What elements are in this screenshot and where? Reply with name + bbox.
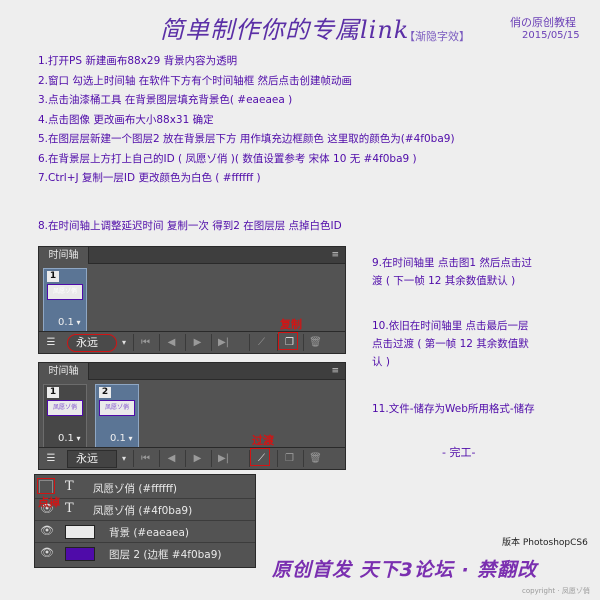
timeline-tabbar: 时间轴 ≡ — [39, 247, 345, 264]
step-3: 3.点击油漆桶工具 在背景图层填充背景色( #eaeaea ) — [38, 94, 293, 106]
prev-frame-icon[interactable]: ◀ — [159, 450, 183, 467]
step-4: 4.点击图像 更改画布大小88x31 确定 — [38, 113, 214, 126]
annotation-toggle-off: 点掉 — [38, 496, 60, 509]
text-layer-icon: T — [65, 479, 74, 494]
layer-row[interactable]: T 凤愿ゾ俏 (#ffffff) — [35, 477, 255, 499]
play-icon[interactable]: ▶ — [185, 334, 209, 351]
note-line: 点击过渡 ( 第一帧 12 其余数值默 — [372, 338, 529, 350]
frame-thumbnail: 凤愿ゾ俏 — [99, 400, 135, 416]
frame-thumb-text: 凤愿ゾ俏 — [52, 288, 77, 295]
timeline-frame-1[interactable]: 1 凤愿ゾ俏 0.1 — [43, 384, 87, 448]
annotation-tween: 过渡 — [252, 434, 274, 447]
eye-icon[interactable]: 👁 — [39, 524, 55, 538]
prev-frame-icon[interactable]: ◀ — [159, 334, 183, 351]
step-7: 7.Ctrl+J 复制一层ID 更改颜色为白色 ( #ffffff ) — [38, 172, 261, 184]
next-frame-icon[interactable]: ▶| — [211, 450, 235, 467]
step-5: 5.在图层层新建一个图层2 放在背景层下方 用作填充边框颜色 这里取的颜色为(#… — [38, 133, 455, 145]
forum-banner: 原创首发 天下3论坛 · 禁翻改 — [272, 559, 538, 581]
step-2: 2.窗口 勾选上时间轴 在软件下方有个时间轴框 然后点击创建帧动画 — [38, 74, 353, 87]
frame-thumb-text: 凤愿ゾ俏 — [104, 404, 129, 411]
tab-timeline[interactable]: 时间轴 — [39, 247, 89, 264]
note-step-10: 10.依旧在时间轴里 点击最后一层 点击过渡 ( 第一帧 12 其余数值默 认 … — [372, 317, 529, 371]
steps-list: 1.打开PS 新建画布88x29 背景内容为透明 2.窗口 勾选上时间轴 在软件… — [38, 52, 455, 189]
frame-thumb-text: 凤愿ゾ俏 — [52, 404, 77, 411]
layer-thumbnail — [65, 547, 95, 561]
play-icon[interactable]: ▶ — [185, 450, 209, 467]
step-8: 8.在时间轴上调整延迟时间 复制一次 得到2 在图层层 点掉白色ID — [38, 220, 342, 232]
first-frame-icon[interactable]: ⏮ — [133, 334, 157, 351]
layer-name: 凤愿ゾ俏 (#4f0ba9) — [93, 505, 193, 517]
tab-timeline[interactable]: 时间轴 — [39, 363, 89, 380]
chevron-down-icon[interactable]: ▾ — [117, 450, 131, 468]
layer-name: 图层 2 (边框 #4f0ba9) — [109, 549, 222, 561]
annotation-duplicate: 复制 — [280, 318, 302, 331]
convert-timeline-icon[interactable]: ☰ — [39, 334, 63, 351]
layers-panel: T 凤愿ゾ俏 (#ffffff) 👁 T 凤愿ゾ俏 (#4f0ba9) 👁 背景… — [34, 474, 256, 568]
frame-delay-select[interactable]: 0.1 — [110, 433, 132, 444]
timeline-frame-2[interactable]: 2 凤愿ゾ俏 0.1 — [95, 384, 139, 448]
timeline-frame-1[interactable]: 1 凤愿ゾ俏 0.1 — [43, 268, 87, 332]
done-label: - 完工- — [442, 446, 476, 459]
layer-row[interactable]: 👁 图层 2 (边框 #4f0ba9) — [35, 543, 255, 565]
note-line: 认 ) — [372, 356, 390, 368]
frame-delay-select[interactable]: 0.1 — [58, 317, 80, 328]
tutorial-date: 2015/05/15 — [522, 30, 580, 41]
text-layer-icon: T — [65, 501, 74, 516]
version-label: 版本 PhotoshopCS6 — [502, 538, 588, 548]
chevron-down-icon[interactable]: ▾ — [117, 334, 131, 352]
loop-select[interactable]: 永远 — [67, 334, 117, 352]
panel-menu-icon[interactable]: ≡ — [331, 366, 339, 376]
note-line: 10.依旧在时间轴里 点击最后一层 — [372, 320, 529, 332]
timeline-toolbar: ☰ 永远 ▾ ⏮ ◀ ▶ ▶| ⟋ ❐ 🗑 — [39, 447, 345, 469]
first-frame-icon[interactable]: ⏮ — [133, 450, 157, 467]
timeline-toolbar: ☰ 永远 ▾ ⏮ ◀ ▶ ▶| ⟋ ❐ 🗑 — [39, 331, 345, 353]
note-step-11: 11.文件-储存为Web所用格式-储存 — [372, 403, 535, 415]
next-frame-icon[interactable]: ▶| — [211, 334, 235, 351]
duplicate-frame-icon[interactable]: ❐ — [277, 450, 301, 467]
highlight-visibility-toggle — [37, 478, 55, 494]
frame-number: 1 — [47, 271, 59, 282]
copyright-label: copyright · 凤愿ゾ俏 — [522, 587, 590, 595]
layer-row[interactable]: 👁 T 凤愿ゾ俏 (#4f0ba9) — [35, 499, 255, 521]
page-title: 简单制作你的专属link — [160, 16, 410, 44]
note-line: 9.在时间轴里 点击图1 然后点击过 — [372, 257, 532, 269]
layer-name: 凤愿ゾ俏 (#ffffff) — [93, 483, 178, 495]
step-1: 1.打开PS 新建画布88x29 背景内容为透明 — [38, 55, 238, 67]
frame-thumbnail: 凤愿ゾ俏 — [47, 400, 83, 416]
note-step-9: 9.在时间轴里 点击图1 然后点击过 渡 ( 下一帧 12 其余数值默认 ) — [372, 254, 532, 290]
delete-frame-icon[interactable]: 🗑 — [303, 450, 327, 467]
layer-row[interactable]: 👁 背景 (#eaeaea) — [35, 521, 255, 543]
layer-name: 背景 (#eaeaea) — [109, 527, 190, 539]
title-tag: 【渐隐字效】 — [404, 30, 470, 43]
note-line: 渡 ( 下一帧 12 其余数值默认 ) — [372, 275, 516, 287]
timeline-panel-2: 时间轴 ≡ 1 凤愿ゾ俏 0.1 2 凤愿ゾ俏 0.1 ☰ 永远 ▾ ⏮ ◀ ▶… — [38, 362, 346, 470]
loop-select[interactable]: 永远 — [67, 450, 117, 468]
tutorial-name: 俏の原创教程 — [510, 16, 576, 29]
panel-menu-icon[interactable]: ≡ — [331, 250, 339, 260]
timeline-tabbar: 时间轴 ≡ — [39, 363, 345, 380]
convert-timeline-icon[interactable]: ☰ — [39, 450, 63, 467]
eye-icon[interactable]: 👁 — [39, 546, 55, 560]
step-6: 6.在背景层上方打上自己的ID ( 凤愿ゾ俏 )( 数值设置参考 宋体 10 无… — [38, 152, 417, 165]
highlight-tween-button — [250, 448, 270, 466]
frame-number: 2 — [99, 387, 111, 398]
delete-frame-icon[interactable]: 🗑 — [303, 334, 327, 351]
frame-number: 1 — [47, 387, 59, 398]
highlight-duplicate-button — [278, 332, 298, 350]
layer-thumbnail — [65, 525, 95, 539]
tween-icon[interactable]: ⟋ — [249, 334, 273, 351]
frame-delay-select[interactable]: 0.1 — [58, 433, 80, 444]
frame-thumbnail: 凤愿ゾ俏 — [47, 284, 83, 300]
timeline-panel-1: 时间轴 ≡ 1 凤愿ゾ俏 0.1 ☰ 永远 ▾ ⏮ ◀ ▶ ▶| ⟋ ❐ 🗑 — [38, 246, 346, 354]
